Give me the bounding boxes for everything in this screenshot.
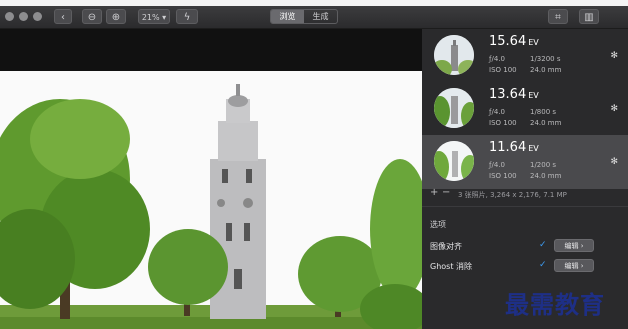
option-label: 图像对齐: [430, 242, 462, 251]
focal-length: 24.0 mm: [530, 66, 562, 74]
gear-icon[interactable]: ✻: [610, 104, 618, 114]
tab-generate[interactable]: 生成: [304, 10, 337, 23]
exposure-thumbnail: [434, 88, 474, 128]
check-icon[interactable]: ✓: [539, 260, 547, 270]
watermark-text: 最需教育: [505, 290, 605, 319]
gear-icon[interactable]: ✻: [610, 51, 618, 61]
ev-value: 11.64 EV: [489, 140, 539, 155]
shutter-speed: 1/200 s: [530, 161, 557, 169]
check-icon[interactable]: ✓: [539, 240, 547, 250]
remove-button[interactable]: −: [442, 187, 450, 198]
photo-preview: [0, 29, 422, 329]
focal-length: 24.0 mm: [530, 119, 562, 127]
iso: ISO 100: [489, 172, 517, 180]
options-title: 选项: [430, 220, 446, 229]
focal-length: 24.0 mm: [530, 172, 562, 180]
zoom-in-icon: ⊕: [111, 12, 121, 23]
shutter-speed: 1/800 s: [530, 108, 557, 116]
divider: [422, 206, 628, 207]
sidebar-toggle-button[interactable]: ▥: [579, 9, 599, 24]
exposure-thumbnail: [434, 141, 474, 181]
minimize-window-button[interactable]: [19, 12, 28, 21]
photo-summary: 3 张照片, 3,264 x 2,176, 7.1 MP: [458, 191, 567, 199]
aperture: ƒ/4.0: [489, 108, 505, 116]
toolbar: ‹ ⊖ ⊕ 21% ▾ ϟ 浏览 生成 ⌗ ▥: [0, 6, 628, 29]
zoom-window-button[interactable]: [33, 12, 42, 21]
exposure-row[interactable]: 13.64 EV ƒ/4.0 1/800 s ISO 100 24.0 mm ✻: [422, 82, 628, 136]
exposure-panel: 15.64 EV ƒ/4.0 1/3200 s ISO 100 24.0 mm ✻…: [422, 29, 628, 329]
sidebar-icon: ▥: [584, 12, 594, 23]
mode-segmented-control: 浏览 生成: [270, 9, 338, 24]
exposure-row[interactable]: 15.64 EV ƒ/4.0 1/3200 s ISO 100 24.0 mm ✻: [422, 29, 628, 83]
aperture: ƒ/4.0: [489, 161, 505, 169]
gear-icon[interactable]: ✻: [610, 157, 618, 167]
tab-browse[interactable]: 浏览: [271, 10, 304, 23]
close-window-button[interactable]: [5, 12, 14, 21]
window-controls: [5, 12, 42, 21]
landscape-image: [0, 71, 422, 329]
crop-icon: ⌗: [555, 12, 561, 23]
edit-button[interactable]: 编辑 ›: [554, 239, 594, 252]
chevron-left-icon: ‹: [61, 12, 65, 23]
iso: ISO 100: [489, 66, 517, 74]
zoom-out-button[interactable]: ⊖: [82, 9, 102, 24]
flash-button[interactable]: ϟ: [176, 9, 198, 24]
zoom-select[interactable]: 21% ▾: [138, 9, 170, 24]
add-button[interactable]: +: [430, 187, 438, 198]
edit-button[interactable]: 编辑 ›: [554, 259, 594, 272]
exposure-row-selected[interactable]: 11.64 EV ƒ/4.0 1/200 s ISO 100 24.0 mm ✻: [422, 135, 628, 189]
option-label: Ghost 消除: [430, 262, 473, 271]
zoom-out-icon: ⊖: [87, 12, 97, 23]
ev-value: 13.64 EV: [489, 87, 539, 102]
crop-button[interactable]: ⌗: [548, 9, 568, 24]
back-button[interactable]: ‹: [54, 9, 72, 24]
iso: ISO 100: [489, 119, 517, 127]
aperture: ƒ/4.0: [489, 55, 505, 63]
lightning-icon: ϟ: [183, 12, 191, 23]
shutter-speed: 1/3200 s: [530, 55, 561, 63]
exposure-thumbnail: [434, 35, 474, 75]
zoom-in-button[interactable]: ⊕: [106, 9, 126, 24]
ev-value: 15.64 EV: [489, 34, 539, 49]
zoom-value: 21%: [141, 13, 160, 22]
